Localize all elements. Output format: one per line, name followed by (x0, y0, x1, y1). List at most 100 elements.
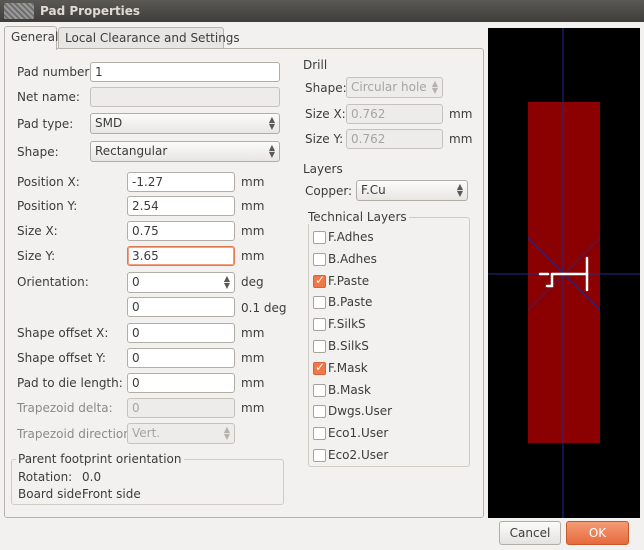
updown-arrows-icon: ▲ ▼ (456, 182, 463, 198)
layer-checkbox[interactable] (313, 384, 326, 397)
trapezoid-direction-label: Trapezoid direction: (17, 427, 135, 441)
layer-checkbox-label[interactable]: B.Paste (328, 295, 372, 309)
board-side-label: Board side: (18, 487, 86, 501)
tab-local-clearance-label: Local Clearance and Settings (65, 31, 240, 45)
trapezoid-delta-label: Trapezoid delta: (17, 401, 113, 415)
pad-to-die-label: Pad to die length: (17, 376, 123, 390)
layer-checkbox[interactable] (313, 340, 326, 353)
layer-checkbox-label[interactable]: F.Paste (328, 274, 369, 288)
drill-size-y-input[interactable]: 0.762 (346, 129, 443, 149)
shape-offset-x-label: Shape offset X: (17, 326, 109, 340)
layers-title: Layers (303, 162, 343, 176)
shape-label: Shape: (17, 145, 59, 159)
rotation-value: 0.0 (82, 470, 102, 484)
layer-checkbox[interactable] (313, 360, 326, 375)
drill-shape-value: Circular hole (351, 80, 427, 94)
board-side-value: Front side (82, 487, 141, 501)
updown-arrows-icon: ▲ ▼ (431, 79, 438, 95)
drill-size-x-unit: mm (449, 107, 473, 121)
layer-checkbox-label[interactable]: F.Mask (328, 361, 368, 375)
app-icon (4, 3, 34, 19)
layer-checkbox-label[interactable]: Eco1.User (328, 426, 388, 440)
position-x-unit: mm (241, 175, 265, 189)
size-x-unit: mm (241, 224, 265, 238)
layer-checkbox-label[interactable]: B.Adhes (328, 252, 377, 266)
position-x-input[interactable]: -1.27 (127, 172, 235, 192)
layer-checkbox-label[interactable]: F.SilkS (328, 317, 366, 331)
drill-size-y-unit: mm (449, 132, 473, 146)
drill-title: Drill (303, 58, 328, 72)
drill-size-x-label: Size X: (305, 107, 346, 121)
shape-value: Rectangular (95, 144, 168, 158)
shape-select[interactable]: Rectangular ▲ ▼ (90, 141, 280, 162)
position-y-unit: mm (241, 199, 265, 213)
technical-layers-title: Technical Layers (306, 210, 409, 224)
layer-checkbox[interactable] (313, 449, 326, 462)
size-y-unit: mm (241, 249, 265, 263)
layer-checkbox[interactable] (313, 427, 326, 440)
drill-shape-label: Shape: (305, 81, 347, 95)
pad-type-label: Pad type: (17, 117, 74, 131)
pad-preview-canvas (488, 28, 640, 518)
position-x-label: Position X: (17, 175, 80, 189)
size-y-label: Size Y: (17, 249, 56, 263)
pad-type-select[interactable]: SMD ▲ ▼ (90, 113, 280, 134)
layer-checkbox[interactable] (313, 231, 326, 244)
orientation-tenths-unit: 0.1 deg (241, 301, 287, 315)
drill-size-y-label: Size Y: (305, 132, 344, 146)
updown-arrows-icon: ▲ ▼ (223, 425, 230, 441)
pad-number-label: Pad number: (17, 65, 94, 79)
parent-orientation-title: Parent footprint orientation (16, 452, 184, 466)
shape-offset-y-unit: mm (241, 351, 265, 365)
orientation-tenths-input[interactable]: 0 (127, 297, 235, 317)
shape-offset-y-input[interactable]: 0 (127, 348, 235, 368)
size-y-input[interactable]: 3.65 (127, 246, 235, 266)
pad-number-input[interactable]: 1 (90, 62, 280, 82)
layer-checkbox[interactable] (313, 273, 326, 288)
orientation-label: Orientation: (17, 275, 89, 289)
rotation-label: Rotation: (18, 470, 73, 484)
title-bar: Pad Properties (0, 0, 644, 22)
pad-shape (528, 102, 600, 443)
updown-arrows-icon[interactable]: ▲ ▼ (224, 275, 230, 290)
layer-checkbox[interactable] (313, 318, 326, 331)
pad-to-die-input[interactable]: 0 (127, 373, 235, 393)
position-y-label: Position Y: (17, 199, 78, 213)
tab-general[interactable]: General (4, 26, 59, 50)
trapezoid-direction-value: Vert. (132, 426, 161, 440)
updown-arrows-icon: ▲ ▼ (268, 143, 275, 159)
updown-arrows-icon: ▲ ▼ (268, 115, 275, 131)
layer-checkbox-label[interactable]: Dwgs.User (328, 404, 392, 418)
orientation-unit: deg (241, 275, 264, 289)
ok-button[interactable]: OK (566, 521, 629, 545)
layer-checkbox-label[interactable]: Eco2.User (328, 448, 388, 462)
pad-to-die-unit: mm (241, 376, 265, 390)
size-x-input[interactable]: 0.75 (127, 221, 235, 241)
trapezoid-direction-select[interactable]: Vert. ▲ ▼ (127, 423, 235, 444)
tab-general-label: General (11, 30, 59, 44)
tab-local-clearance[interactable]: Local Clearance and Settings (58, 27, 240, 49)
orientation-value: 0 (132, 275, 140, 289)
cancel-button[interactable]: Cancel (499, 521, 561, 545)
layer-checkbox-label[interactable]: B.Mask (328, 383, 371, 397)
layer-checkbox-label[interactable]: B.SilkS (328, 339, 369, 353)
drill-size-x-input[interactable]: 0.762 (346, 104, 443, 124)
window-title: Pad Properties (40, 4, 141, 18)
drill-shape-select[interactable]: Circular hole ▲ ▼ (346, 77, 443, 98)
layer-checkbox-label[interactable]: F.Adhes (328, 230, 374, 244)
copper-value: F.Cu (361, 183, 386, 197)
layer-checkbox[interactable] (313, 296, 326, 309)
net-name-input[interactable] (90, 87, 280, 107)
pad-preview-svg (488, 28, 640, 518)
orientation-spinner[interactable]: 0 ▲ ▼ (127, 272, 235, 293)
shape-offset-x-unit: mm (241, 326, 265, 340)
trapezoid-delta-input[interactable]: 0 (127, 398, 235, 418)
shape-offset-x-input[interactable]: 0 (127, 323, 235, 343)
pad-type-value: SMD (95, 116, 123, 130)
position-y-input[interactable]: 2.54 (127, 196, 235, 216)
copper-select[interactable]: F.Cu ▲ ▼ (356, 180, 468, 201)
layer-checkbox[interactable] (313, 253, 326, 266)
trapezoid-delta-unit: mm (241, 401, 265, 415)
layer-checkbox[interactable] (313, 405, 326, 418)
size-x-label: Size X: (17, 224, 58, 238)
